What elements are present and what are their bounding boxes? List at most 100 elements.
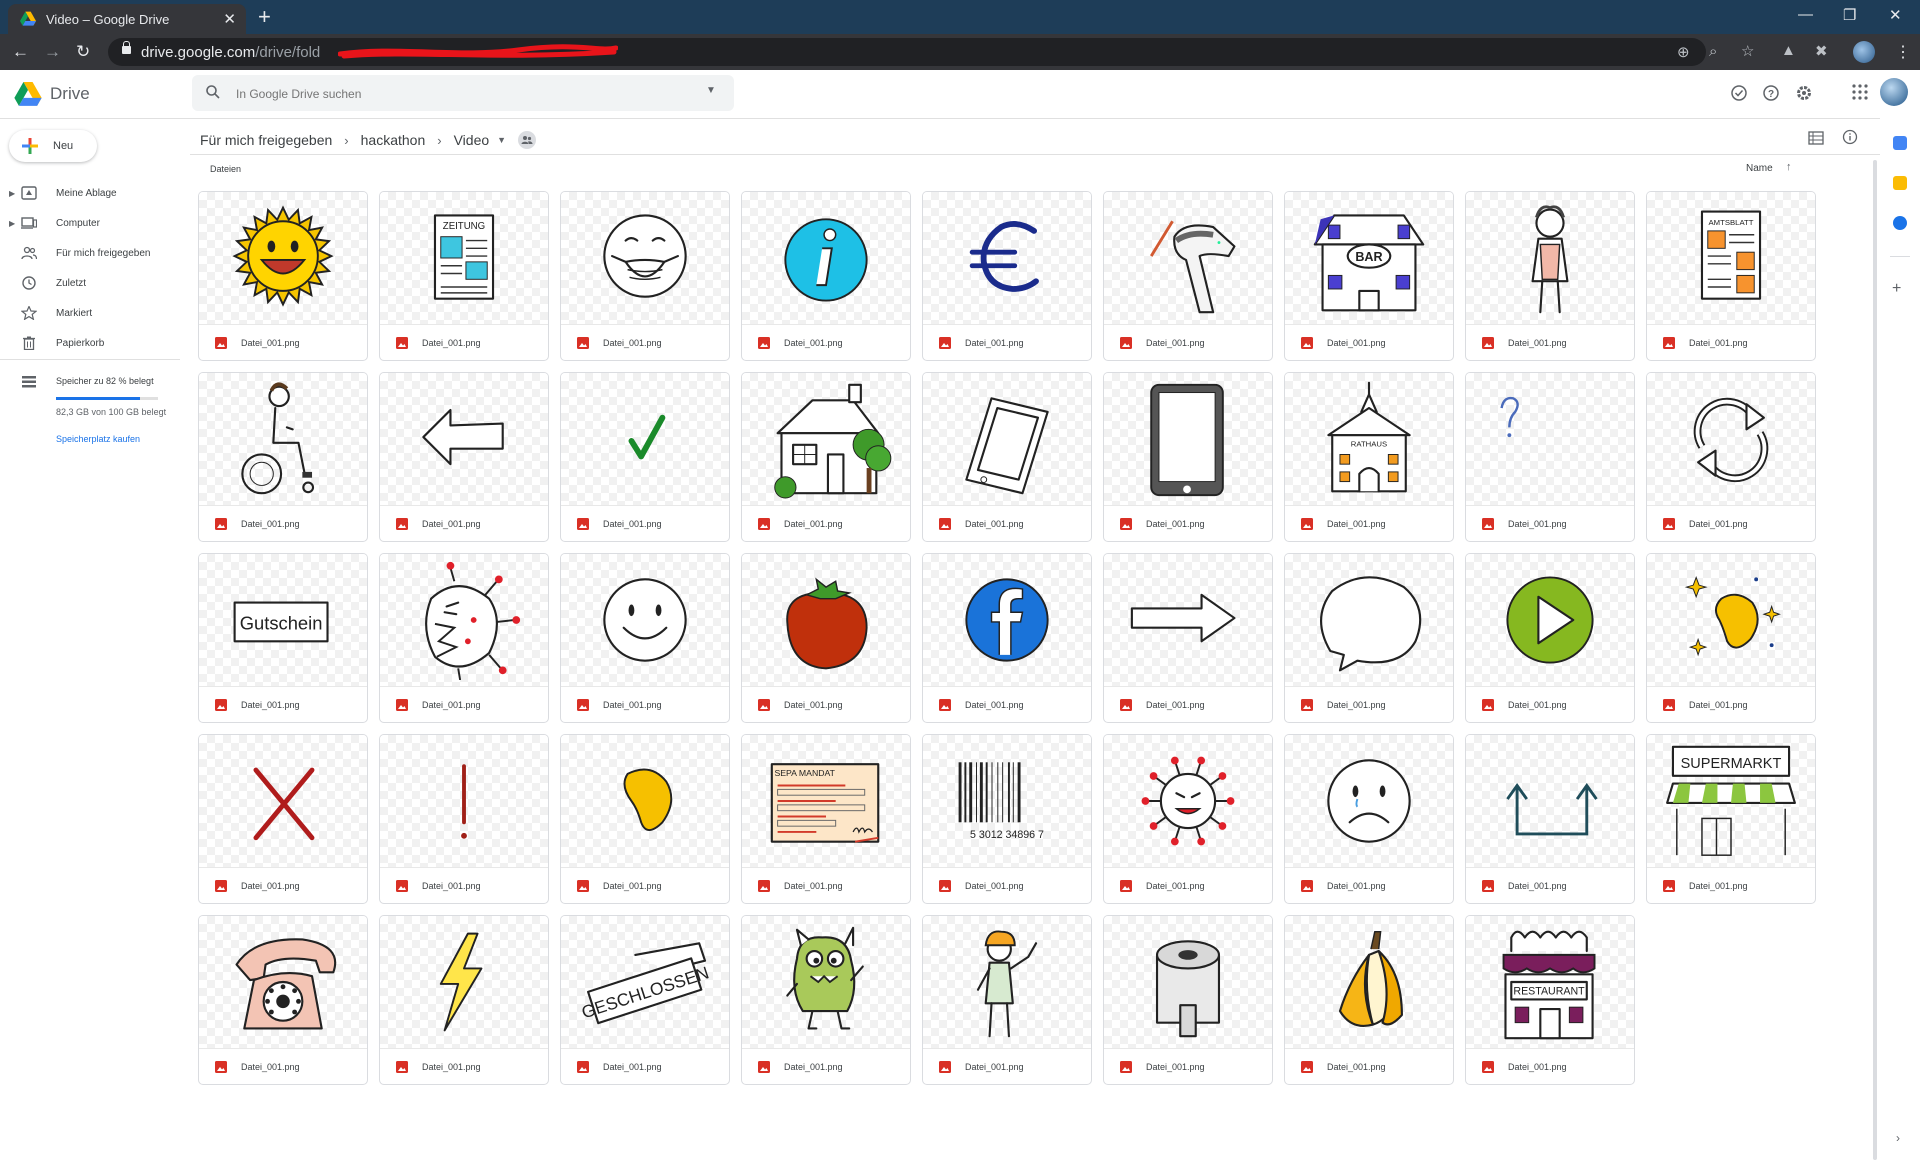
file-thumbnail[interactable]: AMTSBLATT bbox=[1647, 192, 1815, 324]
file-thumbnail[interactable] bbox=[199, 192, 367, 324]
file-card[interactable]: 5 3012 34896 7 Datei_001.png bbox=[922, 734, 1092, 904]
file-card[interactable]: Datei_001.png bbox=[1284, 734, 1454, 904]
file-name-row[interactable]: Datei_001.png bbox=[561, 686, 729, 722]
minimize-icon[interactable]: — bbox=[1798, 6, 1813, 23]
file-card[interactable]: Datei_001.png bbox=[922, 553, 1092, 723]
file-card[interactable]: Datei_001.png bbox=[1465, 191, 1635, 361]
file-thumbnail[interactable] bbox=[923, 192, 1091, 324]
file-name-row[interactable]: Datei_001.png bbox=[1647, 324, 1815, 360]
file-thumbnail[interactable] bbox=[199, 735, 367, 867]
file-thumbnail[interactable] bbox=[1466, 373, 1634, 505]
tasks-addon-icon[interactable] bbox=[1893, 216, 1907, 230]
browser-profile-avatar[interactable] bbox=[1853, 41, 1875, 63]
file-name-row[interactable]: Datei_001.png bbox=[923, 686, 1091, 722]
file-thumbnail[interactable] bbox=[1104, 916, 1272, 1048]
file-thumbnail[interactable] bbox=[742, 373, 910, 505]
file-name-row[interactable]: Datei_001.png bbox=[199, 505, 367, 541]
file-name-row[interactable]: Datei_001.png bbox=[1104, 867, 1272, 903]
file-thumbnail[interactable] bbox=[199, 916, 367, 1048]
file-name-row[interactable]: Datei_001.png bbox=[199, 686, 367, 722]
search-icon[interactable] bbox=[206, 85, 220, 99]
file-card[interactable]: Datei_001.png bbox=[1465, 372, 1635, 542]
file-card[interactable]: Datei_001.png bbox=[560, 553, 730, 723]
file-card[interactable]: Datei_001.png bbox=[198, 372, 368, 542]
file-name-row[interactable]: Datei_001.png bbox=[199, 324, 367, 360]
file-name-row[interactable]: Datei_001.png bbox=[1647, 686, 1815, 722]
file-thumbnail[interactable] bbox=[923, 916, 1091, 1048]
file-name-row[interactable]: Datei_001.png bbox=[742, 1048, 910, 1084]
file-thumbnail[interactable] bbox=[742, 916, 910, 1048]
file-name-row[interactable]: Datei_001.png bbox=[380, 686, 548, 722]
file-card[interactable]: Datei_001.png bbox=[741, 372, 911, 542]
file-card[interactable]: Datei_001.png bbox=[922, 191, 1092, 361]
file-name-row[interactable]: Datei_001.png bbox=[1285, 505, 1453, 541]
file-name-row[interactable]: Datei_001.png bbox=[1466, 686, 1634, 722]
file-card[interactable]: Datei_001.png bbox=[379, 734, 549, 904]
file-name-row[interactable]: Datei_001.png bbox=[380, 867, 548, 903]
folder-menu-dropdown-icon[interactable]: ▼ bbox=[497, 135, 506, 145]
file-thumbnail[interactable] bbox=[561, 554, 729, 686]
file-card[interactable]: RATHAUS Datei_001.png bbox=[1284, 372, 1454, 542]
sort-direction-arrow-icon[interactable]: ↑ bbox=[1786, 161, 1792, 173]
file-card[interactable]: Datei_001.png bbox=[1103, 191, 1273, 361]
file-card[interactable]: RESTAURANT Datei_001.png bbox=[1465, 915, 1635, 1085]
file-card[interactable]: Datei_001.png bbox=[922, 915, 1092, 1085]
file-card[interactable]: Datei_001.png bbox=[198, 191, 368, 361]
sort-by-name-button[interactable]: Name bbox=[1746, 163, 1773, 174]
storage-title[interactable]: Speicher zu 82 % belegt bbox=[56, 376, 154, 386]
file-card[interactable]: Datei_001.png bbox=[1646, 372, 1816, 542]
file-card[interactable]: Datei_001.png bbox=[922, 372, 1092, 542]
file-name-row[interactable]: Datei_001.png bbox=[380, 324, 548, 360]
file-thumbnail[interactable] bbox=[380, 554, 548, 686]
file-name-row[interactable]: Datei_001.png bbox=[1104, 324, 1272, 360]
sidebar-item-my-drive[interactable]: ▶ Meine Ablage bbox=[0, 178, 180, 208]
new-button[interactable]: Neu bbox=[9, 130, 97, 162]
file-name-row[interactable]: Datei_001.png bbox=[1285, 867, 1453, 903]
file-thumbnail[interactable] bbox=[380, 373, 548, 505]
settings-gear-icon[interactable] bbox=[1795, 84, 1813, 102]
sidebar-item-recent[interactable]: Zuletzt bbox=[0, 268, 180, 298]
close-window-icon[interactable]: ✕ bbox=[1889, 6, 1902, 24]
file-thumbnail[interactable] bbox=[742, 554, 910, 686]
file-thumbnail[interactable] bbox=[742, 192, 910, 324]
file-card[interactable]: Datei_001.png bbox=[198, 915, 368, 1085]
file-thumbnail[interactable]: RESTAURANT bbox=[1466, 916, 1634, 1048]
browser-tab[interactable]: Video – Google Drive ✕ bbox=[8, 4, 246, 34]
list-view-icon[interactable] bbox=[1808, 131, 1824, 145]
file-thumbnail[interactable]: 5 3012 34896 7 bbox=[923, 735, 1091, 867]
file-card[interactable]: Datei_001.png bbox=[1284, 915, 1454, 1085]
buy-storage-link[interactable]: Speicherplatz kaufen bbox=[56, 434, 140, 444]
file-thumbnail[interactable] bbox=[923, 373, 1091, 505]
file-card[interactable]: Datei_001.png bbox=[1465, 734, 1635, 904]
file-thumbnail[interactable]: BAR bbox=[1285, 192, 1453, 324]
file-name-row[interactable]: Datei_001.png bbox=[199, 1048, 367, 1084]
breadcrumb-item-hackathon[interactable]: hackathon bbox=[361, 132, 426, 148]
search-box[interactable]: ▼ bbox=[192, 75, 734, 111]
file-thumbnail[interactable] bbox=[1104, 554, 1272, 686]
file-thumbnail[interactable]: SUPERMARKT bbox=[1647, 735, 1815, 867]
file-name-row[interactable]: Datei_001.png bbox=[1104, 1048, 1272, 1084]
install-icon[interactable]: ⊕ bbox=[1677, 43, 1690, 61]
file-name-row[interactable]: Datei_001.png bbox=[1104, 686, 1272, 722]
file-name-row[interactable]: Datei_001.png bbox=[380, 505, 548, 541]
sidebar-item-shared[interactable]: Für mich freigegeben bbox=[0, 238, 180, 268]
expand-caret-icon[interactable]: ▶ bbox=[9, 189, 15, 198]
file-thumbnail[interactable] bbox=[923, 554, 1091, 686]
breadcrumb-item-shared[interactable]: Für mich freigegeben bbox=[200, 132, 332, 148]
hide-side-panel-chevron-icon[interactable]: › bbox=[1896, 1131, 1900, 1145]
search-input[interactable] bbox=[234, 83, 678, 105]
file-name-row[interactable]: Datei_001.png bbox=[199, 867, 367, 903]
file-name-row[interactable]: Datei_001.png bbox=[561, 867, 729, 903]
file-thumbnail[interactable] bbox=[1466, 192, 1634, 324]
file-card[interactable]: Datei_001.png bbox=[741, 553, 911, 723]
file-name-row[interactable]: Datei_001.png bbox=[561, 324, 729, 360]
details-info-icon[interactable] bbox=[1842, 129, 1858, 145]
file-thumbnail[interactable]: ZEITUNG bbox=[380, 192, 548, 324]
sidebar-item-starred[interactable]: Markiert bbox=[0, 298, 180, 328]
file-card[interactable]: Datei_001.png bbox=[560, 734, 730, 904]
file-name-row[interactable]: Datei_001.png bbox=[742, 505, 910, 541]
drive-logo-icon[interactable] bbox=[14, 82, 42, 107]
file-card[interactable]: Gutschein Datei_001.png bbox=[198, 553, 368, 723]
extension-drive-icon[interactable]: ▲ bbox=[1781, 42, 1796, 59]
back-icon[interactable]: ← bbox=[12, 42, 29, 62]
